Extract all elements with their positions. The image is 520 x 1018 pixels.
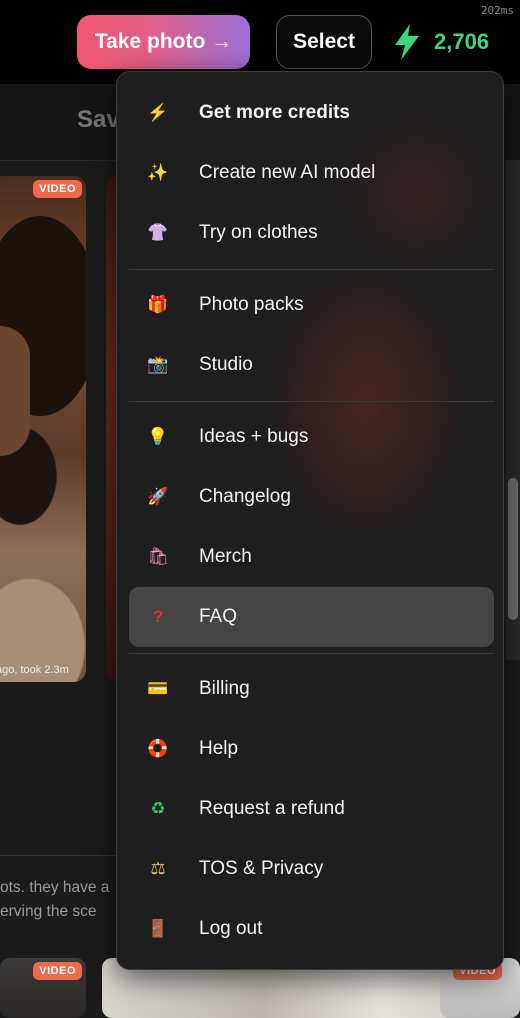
menu-item-request-refund[interactable]: ♻ Request a refund xyxy=(129,787,494,831)
menu-divider xyxy=(129,653,494,654)
gallery-card[interactable]: VIDEO ago, took 2.3m xyxy=(0,176,86,682)
description-line: erving the sce xyxy=(0,903,97,920)
menu-item-photo-packs[interactable]: 🎁 Photo packs xyxy=(129,283,494,327)
menu-item-label: Request a refund xyxy=(199,798,345,819)
menu-item-label: Merch xyxy=(199,546,252,567)
divider xyxy=(0,855,120,856)
video-badge: VIDEO xyxy=(33,180,82,198)
recycle-icon: ♻ xyxy=(150,799,166,818)
menu-item-label: Get more credits xyxy=(199,102,350,123)
take-photo-label: Take photo → xyxy=(94,30,233,53)
menu-item-tos-privacy[interactable]: ⚖ TOS & Privacy xyxy=(129,847,494,891)
menu-item-label: Billing xyxy=(199,678,250,699)
life-buoy-icon: 🛟 xyxy=(147,739,169,758)
menu-item-ideas-bugs[interactable]: 💡 Ideas + bugs xyxy=(129,415,494,459)
menu-item-help[interactable]: 🛟 Help xyxy=(129,727,494,771)
card-caption: ago, took 2.3m xyxy=(0,664,69,676)
account-dropdown-menu: ⚡ Get more credits ✨ Create new AI model… xyxy=(116,71,504,970)
description-line: ots. they have a xyxy=(0,879,110,896)
menu-item-label: Try on clothes xyxy=(199,222,318,243)
menu-item-merch[interactable]: 🛍 Merch xyxy=(129,535,494,579)
gift-icon: 🎁 xyxy=(147,295,169,314)
menu-item-label: FAQ xyxy=(199,606,238,627)
door-icon: 🚪 xyxy=(147,919,169,938)
menu-item-log-out[interactable]: 🚪 Log out xyxy=(129,907,494,951)
menu-divider xyxy=(129,401,494,402)
menu-item-billing[interactable]: 💳 Billing xyxy=(129,667,494,711)
menu-item-try-on-clothes[interactable]: 👚 Try on clothes xyxy=(129,211,494,255)
scrollbar-thumb[interactable] xyxy=(508,478,518,620)
light-bulb-icon: 💡 xyxy=(147,427,169,446)
saved-tab[interactable]: Sav xyxy=(77,106,120,134)
menu-item-studio[interactable]: 📸 Studio xyxy=(129,343,494,387)
gallery-card[interactable]: VIDEO xyxy=(0,958,86,1018)
credits-indicator[interactable]: 2,706 xyxy=(392,18,489,66)
question-mark-icon: ? xyxy=(152,607,164,626)
menu-item-label: Create new AI model xyxy=(199,162,376,183)
credits-count: 2,706 xyxy=(434,29,490,54)
judge-icon: ⚖ xyxy=(150,859,166,878)
sparkles-icon: ✨ xyxy=(147,163,169,182)
lightning-icon: ⚡ xyxy=(147,103,169,122)
menu-item-faq[interactable]: ? FAQ xyxy=(129,587,494,647)
photo-face xyxy=(0,326,30,456)
menu-item-create-ai-model[interactable]: ✨ Create new AI model xyxy=(129,151,494,195)
menu-item-label: Log out xyxy=(199,918,263,939)
menu-item-label: Ideas + bugs xyxy=(199,426,309,447)
menu-item-get-more-credits[interactable]: ⚡ Get more credits xyxy=(129,91,494,135)
description-text: ots. they have a erving the sce xyxy=(0,876,120,924)
camera-flash-icon: 📸 xyxy=(147,355,169,374)
shopping-bags-icon: 🛍 xyxy=(147,547,169,566)
select-label: Select xyxy=(293,30,355,53)
video-badge: VIDEO xyxy=(33,962,82,980)
menu-item-label: Help xyxy=(199,738,239,759)
menu-divider xyxy=(129,269,494,270)
menu-item-label: Photo packs xyxy=(199,294,304,315)
credit-card-icon: 💳 xyxy=(147,679,169,698)
render-time-label: 202ms xyxy=(480,4,514,17)
menu-item-label: Studio xyxy=(199,354,253,375)
take-photo-button[interactable]: Take photo → xyxy=(77,15,250,69)
shirt-icon: 👚 xyxy=(147,223,169,242)
rocket-icon: 🚀 xyxy=(147,487,169,506)
menu-item-label: Changelog xyxy=(199,486,291,507)
menu-item-changelog[interactable]: 🚀 Changelog xyxy=(129,475,494,519)
menu-item-label: TOS & Privacy xyxy=(199,858,324,879)
select-button[interactable]: Select xyxy=(276,15,372,69)
lightning-icon xyxy=(395,24,419,60)
